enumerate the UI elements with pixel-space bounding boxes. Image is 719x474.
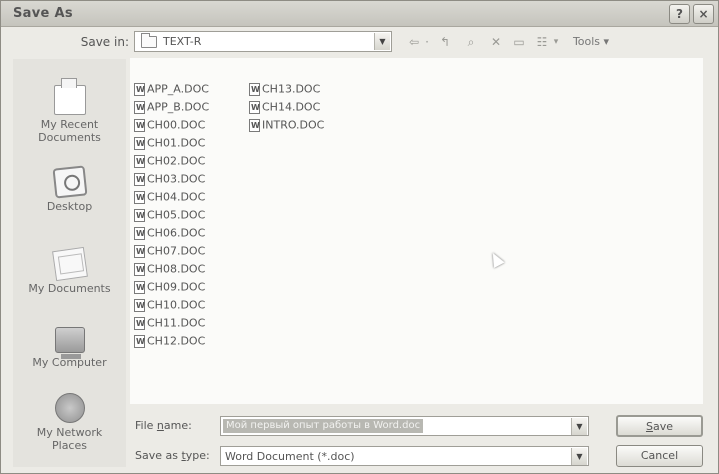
cancel-button[interactable]: Cancel xyxy=(616,445,703,467)
file-name-value: Мой первый опыт работы в Word.doc xyxy=(223,419,424,433)
save-as-type-value: Word Document (*.doc) xyxy=(225,450,355,463)
word-doc-icon xyxy=(134,280,145,294)
back-dropdown-icon[interactable]: · xyxy=(423,33,431,51)
search-web-button[interactable]: ⌕ xyxy=(461,33,481,51)
list-item[interactable]: CH00.DOC xyxy=(134,117,205,134)
toolbar: ⇦ · ↰ ⌕ ✕ ▭ ☷ ▾ Tools ▾ xyxy=(401,31,701,53)
word-doc-icon xyxy=(134,208,145,222)
help-button[interactable]: ? xyxy=(669,4,690,24)
place-label: Desktop xyxy=(46,200,93,213)
list-item[interactable]: CH05.DOC xyxy=(134,207,205,224)
save-button[interactable]: Save xyxy=(616,415,703,437)
list-item[interactable]: CH14.DOC xyxy=(249,99,320,116)
dialog-title: Save As xyxy=(13,6,73,21)
chevron-down-icon[interactable]: ▼ xyxy=(571,418,587,435)
place-my-recent-documents[interactable]: My Recent Documents xyxy=(13,78,126,144)
word-doc-icon xyxy=(134,316,145,330)
word-doc-icon xyxy=(249,82,260,96)
file-name-field[interactable]: Мой первый опыт работы в Word.doc ▼ xyxy=(220,416,589,436)
list-item[interactable]: CH04.DOC xyxy=(134,189,205,206)
views-button[interactable]: ☷ xyxy=(533,33,551,51)
word-doc-icon xyxy=(134,172,145,186)
up-folder-button[interactable]: ↰ xyxy=(435,33,455,51)
list-item[interactable]: CH12.DOC xyxy=(134,333,205,350)
word-doc-icon xyxy=(134,136,145,150)
places-bar: My Recent Documents Desktop My Documents… xyxy=(13,59,126,467)
place-label: My Documents xyxy=(28,282,111,295)
list-item[interactable]: CH13.DOC xyxy=(249,81,320,98)
word-doc-icon xyxy=(134,298,145,312)
views-dropdown-icon[interactable]: ▾ xyxy=(551,33,561,51)
list-item[interactable]: CH01.DOC xyxy=(134,135,205,152)
place-my-network-places[interactable]: My Network Places xyxy=(13,393,126,452)
chevron-down-icon[interactable]: ▼ xyxy=(374,33,390,50)
place-my-documents[interactable]: My Documents xyxy=(13,246,126,295)
desktop-icon xyxy=(52,165,87,199)
word-doc-icon xyxy=(134,334,145,348)
place-label: My Recent xyxy=(40,118,99,131)
place-label: Documents xyxy=(38,131,101,144)
word-doc-icon xyxy=(249,118,260,132)
save-in-dropdown[interactable]: TEXT-R ▼ xyxy=(134,31,392,52)
place-label: Places xyxy=(52,439,87,452)
place-my-computer[interactable]: My Computer xyxy=(13,327,126,369)
list-item[interactable]: CH08.DOC xyxy=(134,261,205,278)
save-as-dialog: Save As ? × Save in: TEXT-R ▼ ⇦ · ↰ ⌕ ✕ … xyxy=(0,0,719,474)
word-doc-icon xyxy=(249,100,260,114)
list-item[interactable]: CH03.DOC xyxy=(134,171,205,188)
title-bar[interactable]: Save As ? × xyxy=(1,1,718,27)
recent-documents-icon xyxy=(53,78,86,115)
word-doc-icon xyxy=(134,154,145,168)
list-item[interactable]: APP_B.DOC xyxy=(134,99,209,116)
network-places-icon xyxy=(54,393,85,423)
word-doc-icon xyxy=(134,226,145,240)
back-button[interactable]: ⇦ xyxy=(405,33,423,51)
save-as-type-dropdown[interactable]: Word Document (*.doc) ▼ xyxy=(220,446,589,466)
my-documents-icon xyxy=(51,246,88,282)
tools-menu[interactable]: Tools ▾ xyxy=(565,33,617,51)
place-desktop[interactable]: Desktop xyxy=(13,165,126,213)
list-item[interactable]: CH11.DOC xyxy=(134,315,205,332)
close-button[interactable]: × xyxy=(693,4,714,24)
folder-icon xyxy=(141,33,157,48)
place-label: My Network xyxy=(36,426,103,439)
delete-button[interactable]: ✕ xyxy=(487,33,505,51)
list-item[interactable]: APP_A.DOC xyxy=(134,81,209,98)
file-list[interactable]: APP_A.DOC APP_B.DOC CH00.DOC CH01.DOC CH… xyxy=(130,58,703,404)
save-in-label: Save in: xyxy=(80,35,129,49)
list-item[interactable]: CH07.DOC xyxy=(134,243,205,260)
word-doc-icon xyxy=(134,190,145,204)
save-in-value: TEXT-R xyxy=(163,35,202,48)
my-computer-icon xyxy=(54,327,85,359)
file-name-label: File name: xyxy=(135,419,192,432)
list-item[interactable]: CH09.DOC xyxy=(134,279,205,296)
save-as-type-label: Save as type: xyxy=(135,449,210,462)
list-item[interactable]: CH02.DOC xyxy=(134,153,205,170)
list-item[interactable]: CH06.DOC xyxy=(134,225,205,242)
list-item[interactable]: INTRO.DOC xyxy=(249,117,324,134)
word-doc-icon xyxy=(134,100,145,114)
word-doc-icon xyxy=(134,118,145,132)
chevron-down-icon[interactable]: ▼ xyxy=(571,448,587,465)
word-doc-icon xyxy=(134,244,145,258)
word-doc-icon xyxy=(134,82,145,96)
word-doc-icon xyxy=(134,262,145,276)
list-item[interactable]: CH10.DOC xyxy=(134,297,205,314)
new-folder-button[interactable]: ▭ xyxy=(509,33,529,51)
